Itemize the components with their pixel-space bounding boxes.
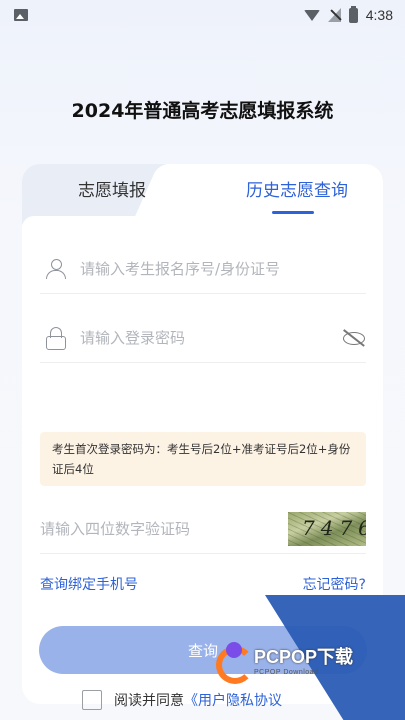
pcpop-logo-icon bbox=[212, 640, 254, 684]
watermark-sub: PCPOP Download bbox=[254, 668, 319, 676]
user-icon bbox=[45, 258, 67, 280]
tab-fill[interactable]: 志愿填报 bbox=[22, 176, 202, 201]
captcha-field: 7476 bbox=[40, 504, 366, 554]
password-hint: 考生首次登录密码为：考生号后2位+准考证号后2位+身份证后4位 bbox=[40, 432, 366, 486]
id-field bbox=[40, 244, 366, 294]
id-input[interactable] bbox=[72, 259, 366, 278]
agreement-prefix: 阅读并同意 bbox=[114, 693, 184, 709]
lock-icon bbox=[45, 326, 67, 350]
bind-phone-link[interactable]: 查询绑定手机号 bbox=[40, 574, 138, 594]
wifi-icon bbox=[303, 9, 320, 21]
battery-icon bbox=[348, 5, 358, 23]
agreement-row: 阅读并同意 《用户隐私协议 bbox=[82, 690, 282, 710]
toggle-password-visibility-icon[interactable] bbox=[342, 329, 366, 347]
password-input[interactable] bbox=[72, 328, 342, 347]
tab-history[interactable]: 历史志愿查询 bbox=[212, 176, 382, 201]
no-signal-icon bbox=[327, 8, 341, 22]
forgot-password-link[interactable]: 忘记密码? bbox=[303, 574, 366, 594]
clock: 4:38 bbox=[365, 7, 393, 23]
link-row: 查询绑定手机号 忘记密码? bbox=[40, 574, 366, 594]
watermark-logo: PCPOP下载 PCPOP Download bbox=[212, 640, 354, 684]
status-bar: 4:38 bbox=[0, 0, 405, 30]
page-title: 2024年普通高考志愿填报系统 bbox=[71, 100, 334, 122]
privacy-policy-link[interactable]: 《用户隐私协议 bbox=[184, 690, 282, 710]
agree-checkbox[interactable] bbox=[82, 690, 102, 710]
active-tab-indicator bbox=[272, 211, 314, 214]
captcha-image[interactable]: 7476 bbox=[288, 511, 366, 546]
image-notification-icon bbox=[14, 9, 28, 21]
captcha-input[interactable] bbox=[40, 519, 288, 538]
watermark-brand: PCPOP下载 bbox=[254, 646, 354, 667]
captcha-code: 7476 bbox=[302, 515, 366, 540]
password-field bbox=[40, 313, 366, 363]
